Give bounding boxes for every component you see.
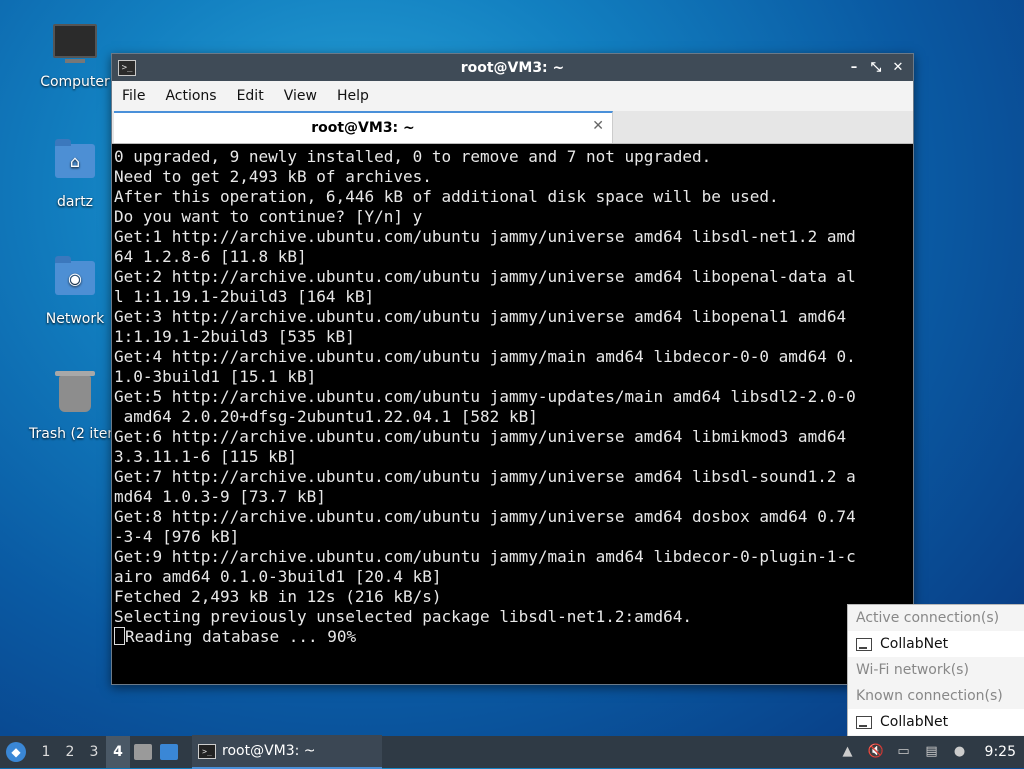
workspace-2[interactable]: 2 (58, 744, 82, 760)
terminal-output[interactable]: 0 upgraded, 9 newly installed, 0 to remo… (112, 145, 913, 684)
terminal-line: Get:5 http://archive.ubuntu.com/ubuntu j… (114, 387, 856, 406)
terminal-line-current: Reading database ... 90% (114, 627, 913, 647)
terminal-line: 3.3.11.1-6 [115 kB] (114, 447, 298, 466)
terminal-line: Get:2 http://archive.ubuntu.com/ubuntu j… (114, 267, 856, 286)
terminal-line: 64 1.2.8-6 [11.8 kB] (114, 247, 307, 266)
terminal-line: l 1:1.19.1-2build3 [164 kB] (114, 287, 375, 306)
terminal-line: amd64 2.0.20+dfsg-2ubuntu1.22.04.1 [582 … (114, 407, 538, 426)
desktop-icon-network[interactable]: ◉ Network (25, 256, 125, 327)
terminal-line: Fetched 2,493 kB in 12s (216 kB/s) (114, 587, 442, 606)
terminal-line: Get:1 http://archive.ubuntu.com/ubuntu j… (114, 227, 856, 246)
desktop-icon-label: dartz (56, 194, 94, 210)
desktop-icon-label: Trash (2 item (29, 426, 121, 442)
active-connection-item[interactable]: CollabNet (848, 631, 1024, 657)
window-titlebar[interactable]: >_ root@VM3: ~ – ⤡ ✕ (112, 54, 913, 81)
desktop-icon-label: Network (45, 311, 105, 327)
terminal-app-icon[interactable]: >_ (118, 59, 136, 76)
terminal-line: Get:3 http://archive.ubuntu.com/ubuntu j… (114, 307, 847, 326)
network-folder-icon: ◉ (53, 256, 97, 305)
update-icon[interactable]: ▲ (839, 744, 857, 760)
known-connections-header: Known connection(s) (856, 688, 1003, 704)
trash-icon (53, 371, 97, 420)
desktop-icon-home[interactable]: ⌂ dartz (25, 139, 125, 210)
menu-edit[interactable]: Edit (227, 88, 274, 104)
clock[interactable]: 9:25 (985, 744, 1016, 760)
terminal-line: -3-4 [976 kB] (114, 527, 240, 546)
cursor (114, 627, 125, 645)
terminal-line: Get:9 http://archive.ubuntu.com/ubuntu j… (114, 547, 856, 566)
tab-terminal[interactable]: root@VM3: ~ ✕ (114, 111, 613, 143)
terminal-line: md64 1.0.3-9 [73.7 kB] (114, 487, 326, 506)
wired-network-icon (856, 637, 872, 651)
menu-help[interactable]: Help (327, 88, 379, 104)
terminal-line: airo amd64 0.1.0-3build1 [20.4 kB] (114, 567, 442, 586)
menu-file[interactable]: File (112, 88, 155, 104)
computer-icon (53, 24, 97, 68)
menubar: File Actions Edit View Help (112, 81, 913, 111)
wired-network-disconnected-icon (856, 715, 872, 729)
desktop-icon-computer[interactable]: Computer (25, 24, 125, 90)
network-menu: Active connection(s) CollabNet Wi-Fi net… (847, 604, 1024, 738)
show-desktop-icon[interactable] (160, 744, 178, 760)
task-label: root@VM3: ~ (222, 743, 316, 759)
tab-bar: root@VM3: ~ ✕ (112, 111, 913, 144)
desktop-icon-label: Computer (40, 74, 110, 90)
start-menu-icon[interactable]: ◆ (6, 742, 26, 762)
menu-actions[interactable]: Actions (155, 88, 226, 104)
clipboard-icon[interactable]: ▤ (923, 744, 941, 760)
window-title: root@VM3: ~ (460, 59, 565, 76)
system-tray: ▲ 🔇 ▭ ▤ ● 9:25 (839, 744, 1016, 760)
wifi-networks-header: Wi-Fi network(s) (856, 662, 969, 678)
workspace-1[interactable]: 1 (34, 744, 58, 760)
workspace-3[interactable]: 3 (82, 744, 106, 760)
terminal-line: 0 upgraded, 9 newly installed, 0 to remo… (114, 147, 712, 166)
tab-close-icon[interactable]: ✕ (592, 118, 604, 134)
terminal-task-icon: >_ (198, 743, 216, 759)
taskbar-task-terminal[interactable]: >_ root@VM3: ~ (192, 735, 382, 769)
desktop-icon-trash[interactable]: Trash (2 item (25, 371, 125, 442)
volume-muted-icon[interactable]: 🔇 (867, 744, 885, 760)
terminal-line: Selecting previously unselected package … (114, 607, 692, 626)
terminal-line: Get:7 http://archive.ubuntu.com/ubuntu j… (114, 467, 856, 486)
known-connection-item[interactable]: CollabNet (848, 709, 1024, 735)
network-icon[interactable]: ▭ (895, 744, 913, 760)
terminal-line: 1:1.19.1-2build3 [535 kB] (114, 327, 355, 346)
minimize-icon[interactable]: – (845, 59, 863, 77)
tab-title: root@VM3: ~ (311, 120, 415, 136)
terminal-line: After this operation, 6,446 kB of additi… (114, 187, 779, 206)
terminal-line: Get:6 http://archive.ubuntu.com/ubuntu j… (114, 427, 847, 446)
active-connections-header: Active connection(s) (856, 610, 1000, 626)
menu-view[interactable]: View (274, 88, 327, 104)
file-manager-launcher-icon[interactable] (134, 744, 152, 760)
terminal-line: Do you want to continue? [Y/n] y (114, 207, 423, 226)
taskbar: ◆ 1 2 3 4 >_ root@VM3: ~ ▲ 🔇 ▭ ▤ ● 9:25 (0, 735, 1024, 769)
terminal-line: Need to get 2,493 kB of archives. (114, 167, 432, 186)
terminal-window: >_ root@VM3: ~ – ⤡ ✕ File Actions Edit V… (111, 53, 914, 685)
terminal-line: Get:4 http://archive.ubuntu.com/ubuntu j… (114, 347, 856, 366)
terminal-line: 1.0-3build1 [15.1 kB] (114, 367, 317, 386)
home-folder-icon: ⌂ (53, 139, 97, 188)
close-icon[interactable]: ✕ (889, 59, 907, 77)
notification-icon[interactable]: ● (951, 744, 969, 760)
maximize-icon[interactable]: ⤡ (867, 59, 885, 77)
terminal-line: Get:8 http://archive.ubuntu.com/ubuntu j… (114, 507, 856, 526)
workspace-4[interactable]: 4 (106, 736, 130, 768)
